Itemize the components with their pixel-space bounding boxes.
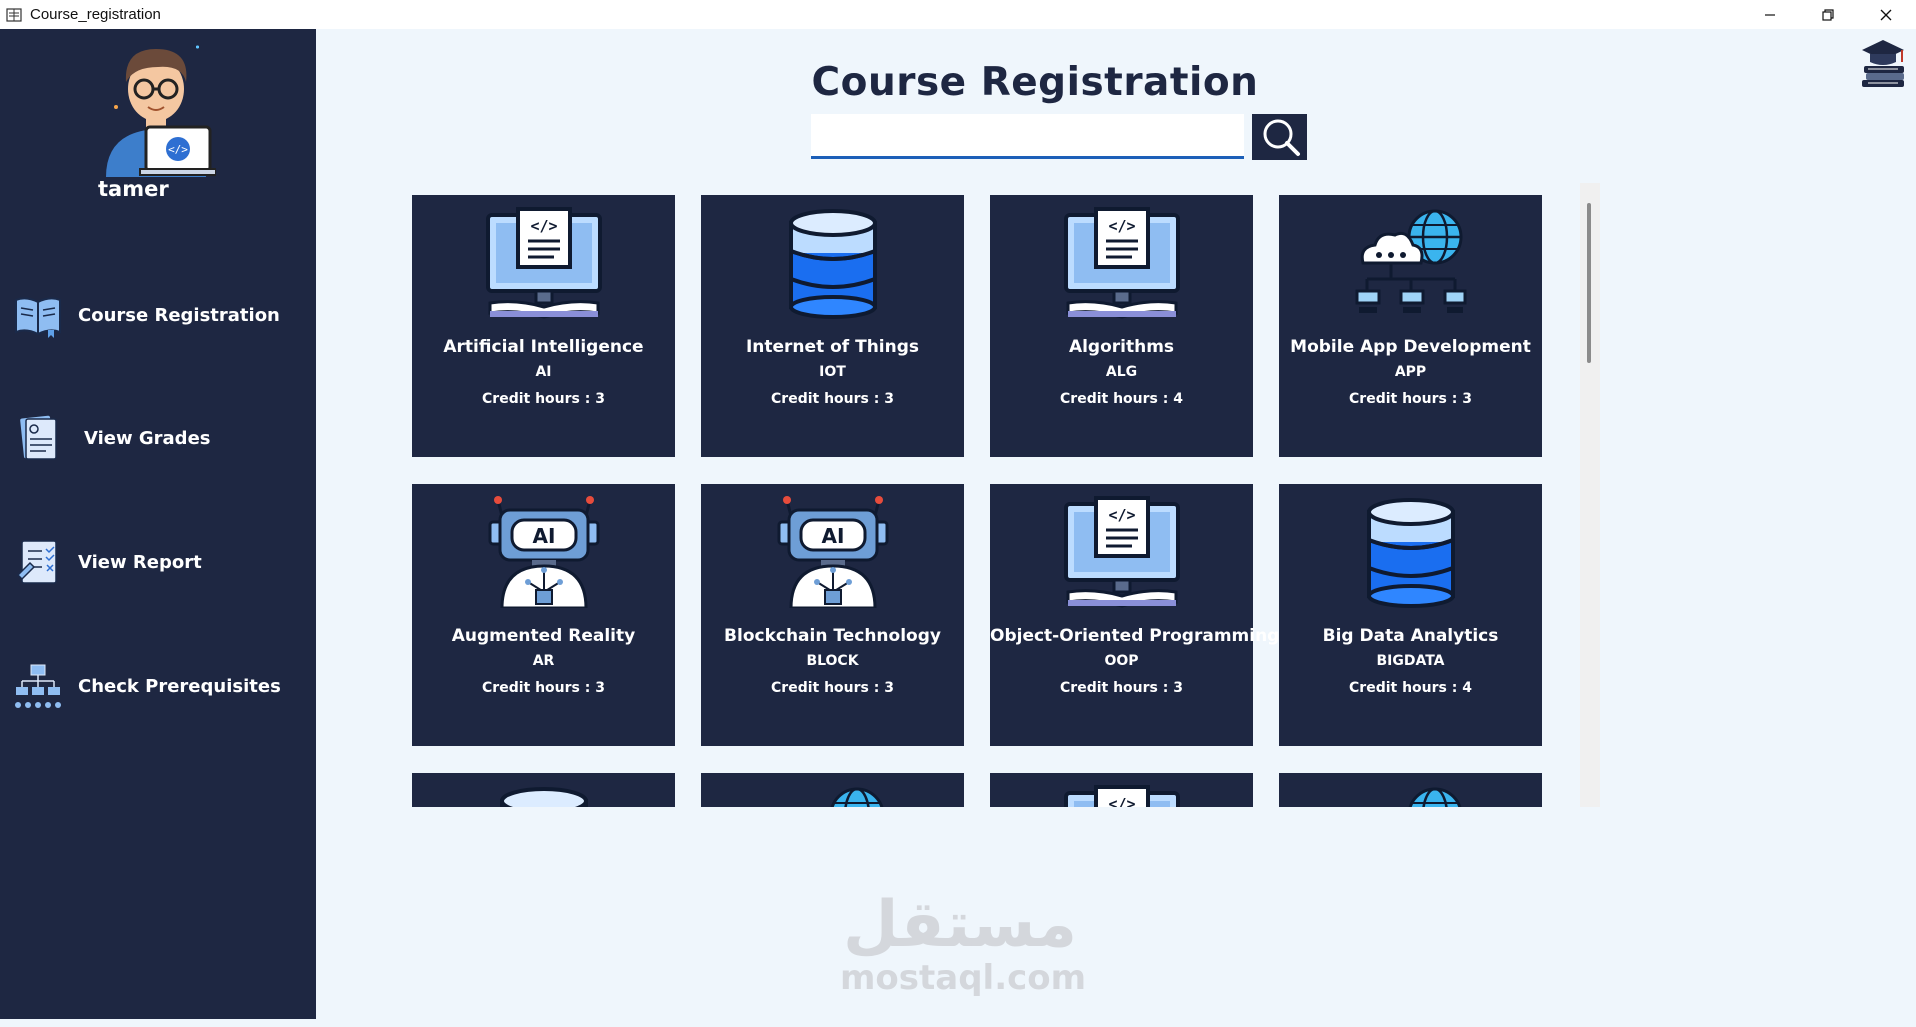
course-credit-hours: Credit hours : 3 [1349,391,1472,407]
ai-robot-icon: AI [701,496,964,608]
avatar-icon: </> [106,45,216,177]
svg-text:AI: AI [532,524,555,548]
svg-text:</>: </> [530,217,557,235]
sidebar-item-course-registration[interactable]: Course Registration [12,288,312,342]
course-name: Augmented Reality [451,626,636,646]
course-card[interactable] [1279,773,1542,807]
page-title: Course Registration [811,60,1259,105]
course-card[interactable]: Mobile App Development APP Credit hours : … [1279,195,1542,457]
close-button[interactable] [1857,0,1915,29]
watermark: مستقل mostaql.com [840,888,1087,998]
course-code: IOT [819,364,846,380]
hierarchy-icon [15,664,61,708]
course-name: Artificial Intelligence [443,337,644,357]
course-credit-hours: Credit hours : 3 [482,391,605,407]
course-name: Object-Oriented Programming [990,626,1280,646]
database-icon [701,207,964,319]
title-bar: Course_registration [0,0,1916,29]
sidebar-item-label: View Report [78,551,202,573]
restore-icon [1822,8,1834,21]
vertical-scrollbar[interactable] [1580,183,1600,807]
course-card[interactable]: AI Blockchain Technology BLOCK Credit hour… [701,484,964,746]
course-card[interactable]: AI Augmented Reality AR Credit hours : 3 [412,484,675,746]
close-icon [1880,9,1892,20]
course-credit-hours: Credit hours : 3 [771,680,894,696]
sidebar: </> tamer Course Registration View Grade… [0,29,316,1019]
svg-text:</>: </> [168,143,188,156]
course-credit-hours: Credit hours : 3 [771,391,894,407]
sidebar-item-view-report[interactable]: View Report [12,535,312,589]
monitor-code-icon: </> [990,496,1253,608]
course-name: Big Data Analytics [1322,626,1499,646]
svg-text:</>: </> [1108,795,1135,807]
minimize-button[interactable] [1741,0,1799,29]
monitor-code-icon: </> [990,207,1253,319]
scrollbar-thumb[interactable] [1587,203,1591,363]
cloud-network-icon [701,785,964,807]
app-icon [6,7,22,22]
course-card[interactable]: </> [990,773,1253,807]
course-credit-hours: Credit hours : 3 [482,680,605,696]
sidebar-item-label: View Grades [84,427,211,449]
course-grid: </> Artificial Intelligence AI Credit hour… [412,195,1542,807]
sidebar-item-check-prerequisites[interactable]: Check Prerequisites [12,659,312,713]
cloud-network-icon [1279,785,1542,807]
course-code: ALG [1105,364,1138,380]
course-code: BLOCK [806,653,859,669]
monitor-code-icon: </> [412,207,675,319]
search-button[interactable] [1252,114,1307,160]
database-icon [1279,496,1542,608]
course-name: Internet of Things [745,337,920,357]
sidebar-item-label: Course Registration [78,304,280,326]
course-name: Mobile App Development [1290,337,1531,357]
monitor-code-icon: </> [990,785,1253,807]
course-name: Algorithms [1068,337,1175,357]
grades-document-icon [20,415,57,460]
search-icon [1263,119,1300,156]
course-card[interactable]: Big Data Analytics BIGDATA Credit hours : … [1279,484,1542,746]
graduation-books-icon [1862,40,1904,87]
course-card[interactable]: </> Algorithms ALG Credit hours : 4 [990,195,1253,457]
database-icon [412,785,675,807]
course-credit-hours: Credit hours : 4 [1349,680,1472,696]
course-code: BIGDATA [1376,653,1445,669]
window-title: Course_registration [30,6,161,23]
watermark-arabic: مستقل [842,888,1078,962]
course-code: APP [1394,364,1427,380]
course-card[interactable] [412,773,675,807]
sidebar-item-view-grades[interactable]: View Grades [12,411,312,465]
svg-text:</>: </> [1108,217,1135,235]
course-credit-hours: Credit hours : 3 [1060,680,1183,696]
book-icon [15,297,61,338]
search-input[interactable] [811,114,1244,159]
username: tamer [98,177,169,201]
svg-text:</>: </> [1108,506,1135,524]
course-card[interactable]: </> Artificial Intelligence AI Credit hour… [412,195,675,457]
course-credit-hours: Credit hours : 4 [1060,391,1183,407]
minimize-icon [1765,13,1775,16]
course-name: Blockchain Technology [724,626,941,646]
course-card[interactable] [701,773,964,807]
restore-button[interactable] [1799,0,1857,29]
course-code: AR [532,653,555,669]
cloud-network-icon [1279,207,1542,319]
watermark-latin: mostaql.com [840,958,1087,998]
svg-text:AI: AI [821,524,844,548]
course-card[interactable]: </> Object-Oriented Programming OOP Credit… [990,484,1280,746]
ai-robot-icon: AI [412,496,675,608]
course-code: OOP [1104,653,1139,669]
report-icon [16,540,57,584]
course-card[interactable]: Internet of Things IOT Credit hours : 3 [701,195,964,457]
sidebar-item-label: Check Prerequisites [78,675,281,697]
course-code: AI [535,364,552,380]
